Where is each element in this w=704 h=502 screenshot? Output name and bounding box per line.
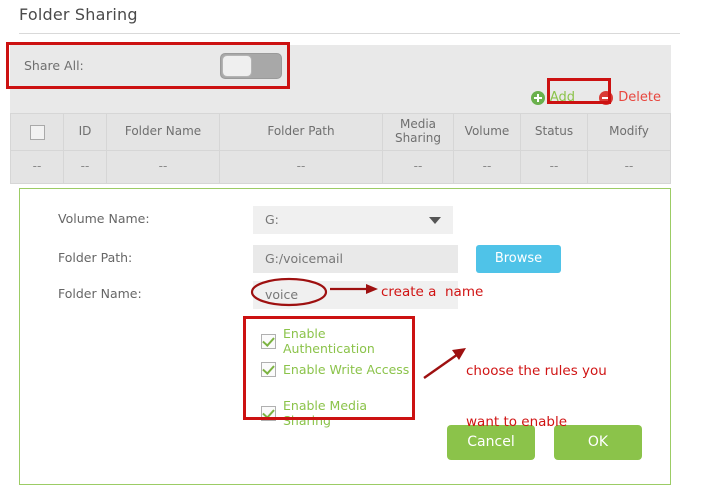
- table-header-folder-name: Folder Name: [106, 113, 220, 151]
- folder-name-input[interactable]: voice: [253, 281, 458, 309]
- option-enable-write-access[interactable]: Enable Write Access: [261, 362, 409, 377]
- add-button-label: Add: [549, 90, 575, 105]
- checkbox-enable-authentication[interactable]: [261, 333, 276, 349]
- toggle-knob: [222, 55, 252, 77]
- table-header-status: Status: [520, 113, 588, 151]
- table-header-media-sharing: Media Sharing: [382, 113, 454, 151]
- checkbox-enable-media-sharing[interactable]: [261, 405, 276, 421]
- plus-circle-icon: [530, 90, 545, 105]
- volume-name-row: Volume Name: G:: [20, 206, 670, 234]
- cell-status: --: [520, 150, 588, 184]
- cell-modify: --: [587, 150, 671, 184]
- cell-folder-name: --: [106, 150, 220, 184]
- page-title: Folder Sharing: [19, 5, 138, 24]
- volume-name-label: Volume Name:: [58, 211, 150, 226]
- browse-button[interactable]: Browse: [476, 245, 561, 273]
- volume-name-value: G:: [265, 212, 279, 227]
- add-button[interactable]: Add: [530, 90, 575, 105]
- option-label-enable-media-sharing: Enable Media Sharing: [283, 398, 368, 428]
- folder-sharing-table: ID Folder Name Folder Path Media Sharing…: [10, 113, 671, 184]
- share-all-toggle[interactable]: [220, 53, 282, 79]
- volume-name-select[interactable]: G:: [253, 206, 453, 234]
- sharing-options-group: Enable Authentication Enable Write Acces…: [253, 320, 418, 428]
- folder-path-row: Folder Path: G:/voicemail Browse: [20, 245, 670, 273]
- table-header-folder-path: Folder Path: [219, 113, 383, 151]
- table-row: -- -- -- -- -- -- -- --: [10, 150, 671, 184]
- delete-button-label: Delete: [618, 90, 661, 105]
- minus-circle-icon: [599, 90, 614, 105]
- folder-form-panel: Volume Name: G: Folder Path: G:/voicemai…: [19, 188, 671, 485]
- table-header-modify: Modify: [587, 113, 671, 151]
- chevron-down-icon: [429, 217, 441, 224]
- checkbox-enable-write-access[interactable]: [261, 362, 276, 377]
- folder-path-label: Folder Path:: [58, 250, 133, 265]
- folder-path-input[interactable]: G:/voicemail: [253, 245, 458, 273]
- table-toolbar: Add Delete: [10, 86, 671, 113]
- table-header-volume: Volume: [453, 113, 521, 151]
- cell-select: --: [10, 150, 64, 184]
- table-header-row: ID Folder Name Folder Path Media Sharing…: [10, 113, 671, 151]
- title-divider: [19, 33, 680, 34]
- option-enable-media-sharing[interactable]: Enable Media Sharing: [261, 398, 418, 428]
- cell-media-sharing: --: [382, 150, 454, 184]
- share-all-label: Share All:: [24, 58, 84, 73]
- table-header-select-all[interactable]: [10, 113, 64, 151]
- option-label-enable-authentication: Enable Authentication: [283, 326, 375, 356]
- cell-folder-path: --: [219, 150, 383, 184]
- select-all-checkbox[interactable]: [29, 124, 45, 140]
- delete-button[interactable]: Delete: [599, 90, 661, 105]
- share-all-row: Share All:: [10, 45, 671, 86]
- option-label-enable-write-access: Enable Write Access: [283, 362, 410, 377]
- ok-button[interactable]: OK: [554, 425, 642, 460]
- cancel-button[interactable]: Cancel: [447, 425, 535, 460]
- form-actions: Cancel OK: [447, 425, 642, 460]
- folder-name-row: Folder Name: voice: [20, 281, 670, 309]
- option-enable-authentication[interactable]: Enable Authentication: [261, 326, 418, 356]
- table-header-id: ID: [63, 113, 107, 151]
- cell-volume: --: [453, 150, 521, 184]
- cell-id: --: [63, 150, 107, 184]
- folder-name-label: Folder Name:: [58, 286, 142, 301]
